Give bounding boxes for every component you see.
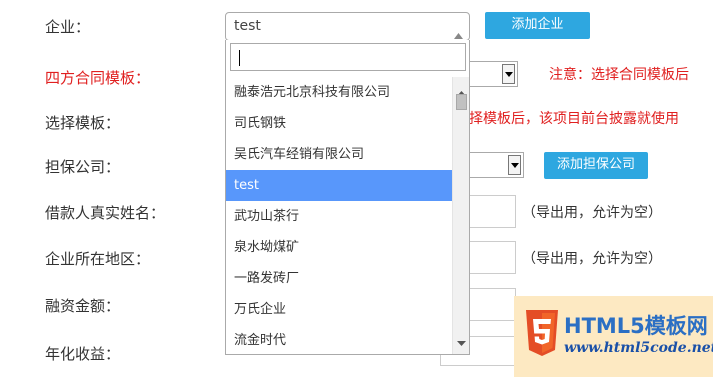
add-guarantor-button[interactable]: 添加担保公司 bbox=[544, 152, 648, 179]
company-dropdown: 融泰浩元北京科技有限公司 司氏钢铁 吴氏汽车经销有限公司 test 武功山茶行 泉水坳煤矿… bbox=[225, 40, 470, 355]
company-option[interactable]: 吴氏汽车经销有限公司 bbox=[226, 139, 454, 170]
text-cursor bbox=[239, 50, 240, 66]
amount-label: 融资金额： bbox=[45, 297, 121, 315]
chevron-down-icon bbox=[508, 155, 521, 175]
contract-template-label: 四方合同模板： bbox=[45, 69, 151, 87]
contract-note: 注意：选择合同模板后 bbox=[549, 67, 689, 83]
guarantor-label: 担保公司： bbox=[45, 158, 121, 176]
company-select-value: test bbox=[234, 18, 261, 34]
html5-shield-icon bbox=[524, 308, 560, 362]
company-options: 融泰浩元北京科技有限公司 司氏钢铁 吴氏汽车经销有限公司 test 武功山茶行 泉水坳煤矿… bbox=[226, 77, 454, 356]
select-template-label: 选择模板： bbox=[45, 114, 121, 132]
company-label: 企业： bbox=[45, 18, 91, 36]
company-option[interactable]: 司氏钢铁 bbox=[226, 108, 454, 139]
dropdown-scrollbar[interactable] bbox=[452, 77, 469, 354]
watermark-logo: HTML5模板网 www.html5code.net bbox=[514, 296, 713, 377]
company-search-input[interactable] bbox=[230, 43, 466, 71]
scroll-down-icon[interactable] bbox=[457, 331, 466, 350]
company-option[interactable]: 武功山茶行 bbox=[226, 201, 454, 232]
region-label: 企业所在地区： bbox=[45, 250, 151, 268]
company-option[interactable]: 流金时代 bbox=[226, 325, 454, 356]
scroll-thumb[interactable] bbox=[456, 94, 467, 110]
add-company-button[interactable]: 添加企业 bbox=[485, 12, 590, 39]
company-select[interactable]: test bbox=[225, 12, 470, 41]
company-option[interactable]: 融泰浩元北京科技有限公司 bbox=[226, 77, 454, 108]
watermark-title: HTML5模板网 bbox=[564, 314, 708, 338]
export-hint: （导出用，允许为空） bbox=[522, 251, 662, 267]
export-hint: （导出用，允许为空） bbox=[522, 205, 662, 221]
borrower-name-label: 借款人真实姓名： bbox=[45, 204, 166, 222]
company-option[interactable]: 一路发砖厂 bbox=[226, 263, 454, 294]
template-note: 择模板后，该项目前台披露就使用 bbox=[469, 111, 679, 127]
chevron-down-icon bbox=[502, 64, 515, 84]
annual-yield-label: 年化收益： bbox=[45, 345, 121, 363]
company-option[interactable]: test bbox=[226, 170, 454, 201]
company-option[interactable]: 万氏企业 bbox=[226, 294, 454, 325]
company-option[interactable]: 泉水坳煤矿 bbox=[226, 232, 454, 263]
watermark-url: www.html5code.net bbox=[564, 340, 713, 356]
